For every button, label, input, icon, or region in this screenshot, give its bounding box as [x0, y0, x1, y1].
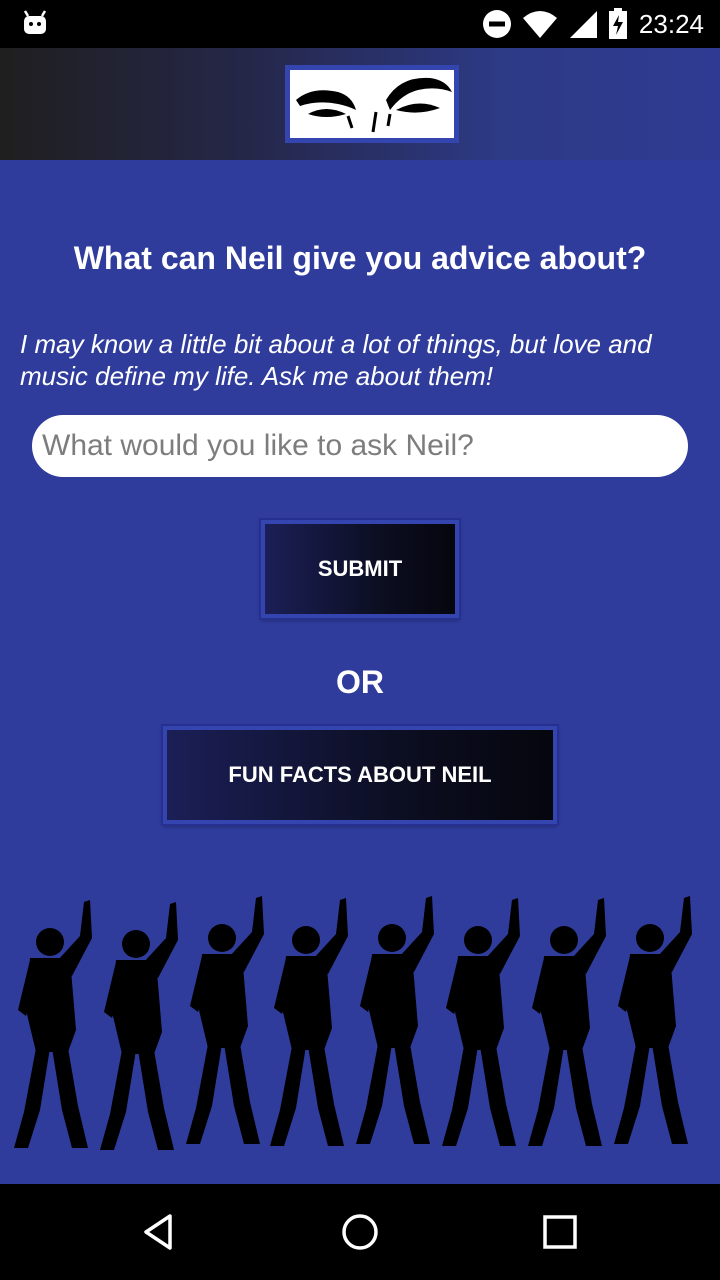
eyebrows-logo: [285, 65, 459, 143]
do-not-disturb-icon: [482, 9, 512, 44]
wifi-icon: [522, 9, 558, 44]
submit-button-label: SUBMIT: [317, 556, 403, 581]
fun-facts-button-label: FUN FACTS ABOUT NEIL: [228, 762, 492, 787]
android-debug-icon: [22, 10, 48, 41]
battery-charging-icon: [608, 8, 628, 45]
fun-facts-button[interactable]: FUN FACTS ABOUT NEIL: [163, 726, 557, 824]
recents-icon[interactable]: [536, 1208, 584, 1256]
app-header: [0, 48, 720, 160]
navigation-bar: [0, 1184, 720, 1280]
status-clock: 23:24: [638, 9, 704, 39]
ask-neil-input[interactable]: [32, 415, 688, 477]
dancing-silhouettes: [14, 896, 692, 1150]
cell-signal-icon: [568, 9, 598, 44]
back-icon[interactable]: [136, 1208, 184, 1256]
submit-button[interactable]: SUBMIT: [261, 520, 459, 618]
home-icon[interactable]: [336, 1208, 384, 1256]
page-title: What can Neil give you advice about?: [73, 240, 647, 276]
or-separator: OR: [336, 664, 384, 700]
intro-text: I may know a little bit about a lot of t…: [20, 329, 652, 391]
status-bar: 23:24: [0, 0, 720, 48]
